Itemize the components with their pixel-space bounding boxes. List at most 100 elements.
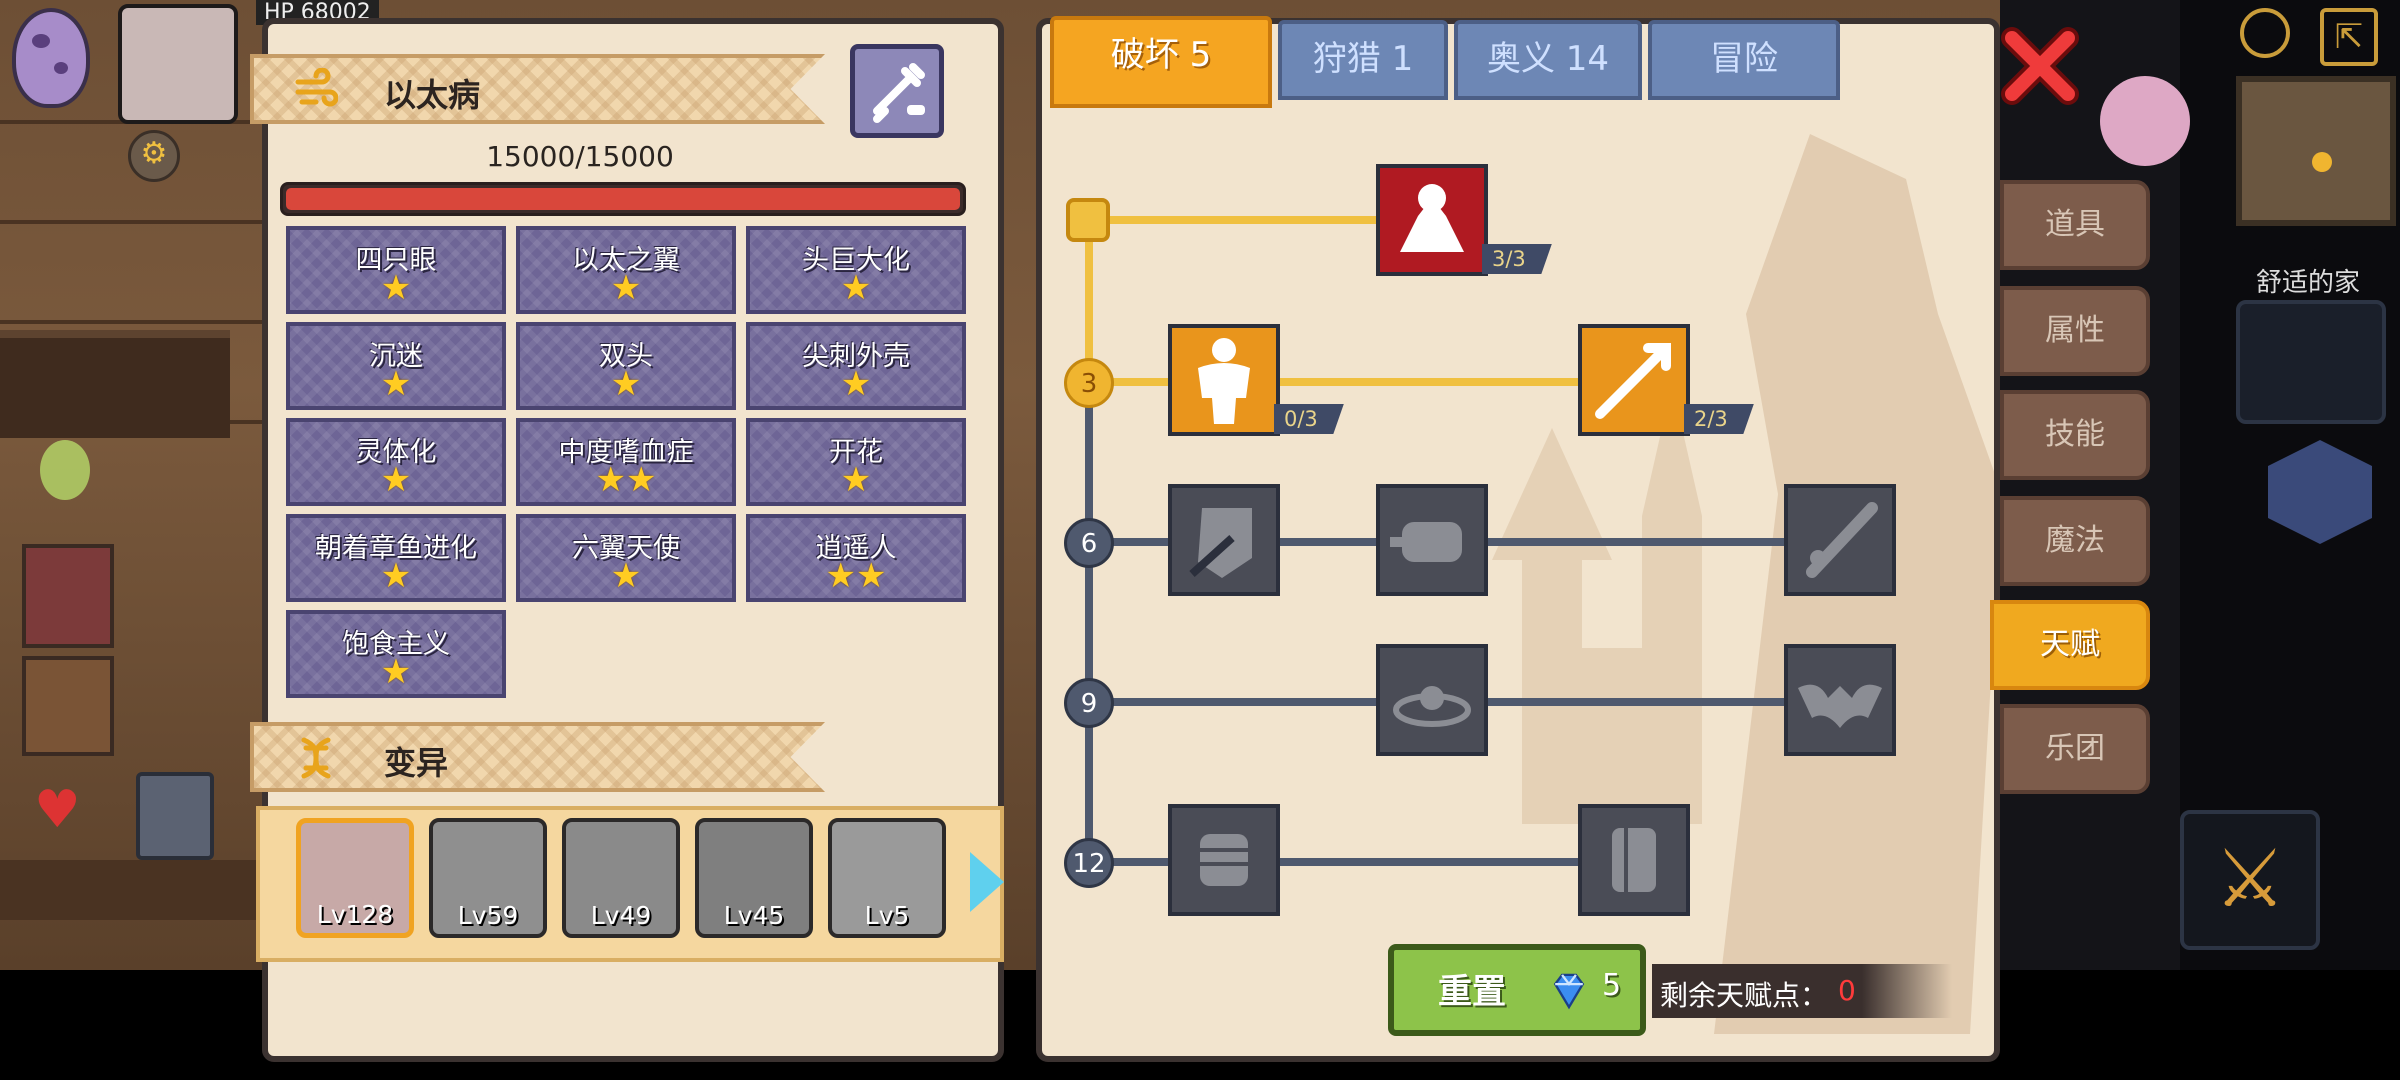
location-label: 舒适的家: [2256, 268, 2361, 298]
level-marker-12: 12: [1064, 838, 1114, 888]
trait-stars: ★: [380, 364, 412, 404]
disease-hp-fill: [286, 188, 960, 210]
close-button[interactable]: [2000, 26, 2080, 106]
side-menu-item[interactable]: 天赋: [1990, 600, 2150, 690]
gem-icon: [1553, 973, 1585, 1010]
pet-level: Lv5: [864, 901, 910, 930]
egg-icon[interactable]: [12, 8, 90, 108]
wind-icon: [295, 68, 338, 107]
side-menu-item[interactable]: 魔法: [2000, 496, 2150, 586]
tree-branch-0: [1090, 216, 1390, 224]
trait-cell[interactable]: 尖刺外壳 ★: [746, 322, 966, 410]
player-avatar[interactable]: [118, 4, 238, 124]
sword-icon[interactable]: ⚔: [2180, 810, 2320, 950]
trait-cell[interactable]: 开花 ★: [746, 418, 966, 506]
talent-body-count: 0/3: [1274, 404, 1344, 434]
potion-icon[interactable]: [40, 440, 90, 500]
trait-stars: ★: [380, 268, 412, 308]
globe-icon[interactable]: [2240, 8, 2290, 58]
trait-cell[interactable]: 朝着章鱼进化 ★: [286, 514, 506, 602]
talent-ripple[interactable]: [1376, 644, 1488, 756]
minimap[interactable]: [2236, 76, 2396, 226]
bow-icon[interactable]: [2236, 300, 2386, 424]
floor-plank: [0, 320, 300, 324]
category-tab[interactable]: 奥义 14: [1454, 20, 1642, 100]
pet-slot[interactable]: Lv49: [562, 818, 680, 938]
pet-slot[interactable]: Lv128: [296, 818, 414, 938]
remaining-label: 剩余天赋点：: [1660, 979, 1829, 1012]
trait-cell[interactable]: 饱食主义 ★: [286, 610, 506, 698]
cabinet-icon[interactable]: [22, 656, 114, 756]
pet-level: Lv128: [316, 900, 394, 929]
trait-stars: ★★: [595, 460, 657, 500]
trait-cell[interactable]: 头巨大化 ★: [746, 226, 966, 314]
muscle-body-icon: [1198, 338, 1250, 424]
ripple-icon: [1393, 686, 1471, 727]
talent-grip[interactable]: [1578, 804, 1690, 916]
npc-bunny: [2100, 76, 2190, 166]
disease-hp-bar: [280, 182, 966, 216]
talent-arrow-count: 2/3: [1684, 404, 1754, 434]
mutation-header: 变异: [250, 722, 825, 792]
pet-slot[interactable]: Lv5: [828, 818, 946, 938]
reset-label: 重置: [1438, 972, 1506, 1012]
reset-cost: 5: [1602, 968, 1622, 1003]
trait-stars: ★: [840, 268, 872, 308]
fist-icon: [1200, 834, 1248, 886]
category-tab[interactable]: 狩猎 1: [1278, 20, 1448, 100]
trait-cell[interactable]: 灵体化 ★: [286, 418, 506, 506]
pet-level: Lv59: [457, 901, 519, 930]
disease-header: 以太病: [250, 54, 825, 124]
trait-stars: ★★: [825, 556, 887, 596]
talent-fist[interactable]: [1168, 804, 1280, 916]
side-menu-item[interactable]: 道具: [2000, 180, 2150, 270]
castle-silhouette: [1492, 384, 1702, 824]
talent-punch[interactable]: [1376, 484, 1488, 596]
punch-icon: [1390, 522, 1462, 562]
level-marker-9: 9: [1064, 678, 1114, 728]
grip-icon: [1612, 828, 1656, 892]
syringe-button[interactable]: [850, 44, 944, 138]
tree-root-node: [1066, 198, 1110, 242]
shelf: [0, 330, 230, 438]
talent-strong-body[interactable]: [1168, 324, 1280, 436]
pet-slot[interactable]: Lv45: [695, 818, 813, 938]
reset-button[interactable]: 重置 5: [1388, 944, 1646, 1036]
talent-arm-wrestle[interactable]: [1376, 164, 1488, 276]
trait-stars: ★: [610, 268, 642, 308]
trait-stars: ★: [380, 556, 412, 596]
arm-wrestle-icon: [1400, 184, 1464, 252]
side-menu-item[interactable]: 乐团: [2000, 704, 2150, 794]
category-tab[interactable]: 冒险: [1648, 20, 1840, 100]
wizard-portrait[interactable]: [22, 544, 114, 648]
table: [0, 860, 280, 920]
next-arrow[interactable]: [970, 852, 1004, 912]
disease-title: 以太病: [384, 76, 481, 114]
trait-cell[interactable]: 逍遥人 ★★: [746, 514, 966, 602]
talent-arrow[interactable]: [1578, 324, 1690, 436]
exit-icon[interactable]: ⇱: [2320, 8, 2378, 66]
blade-icon: [1806, 502, 1878, 578]
trait-cell[interactable]: 沉迷 ★: [286, 322, 506, 410]
pet-level: Lv45: [723, 901, 785, 930]
trait-stars: ★: [380, 460, 412, 500]
category-tab[interactable]: 破坏 5: [1050, 16, 1272, 108]
talent-shield-break[interactable]: [1168, 484, 1280, 596]
trash-icon[interactable]: [136, 772, 214, 860]
arrow-icon: [1595, 343, 1671, 419]
trait-cell[interactable]: 以太之翼 ★: [516, 226, 736, 314]
trait-stars: ★: [610, 556, 642, 596]
trait-cell[interactable]: 六翼天使 ★: [516, 514, 736, 602]
trait-stars: ★: [840, 460, 872, 500]
talent-bat[interactable]: [1784, 644, 1896, 756]
pet-slot[interactable]: Lv59: [429, 818, 547, 938]
side-menu-item[interactable]: 属性: [2000, 286, 2150, 376]
trait-cell[interactable]: 双头 ★: [516, 322, 736, 410]
trait-cell[interactable]: 四只眼 ★: [286, 226, 506, 314]
level-marker-3: 3: [1064, 358, 1114, 408]
talent-blade[interactable]: [1784, 484, 1896, 596]
trait-cell[interactable]: 中度嗜血症 ★★: [516, 418, 736, 506]
remaining-value: 0: [1838, 974, 1856, 1007]
gear-icon[interactable]: ⚙: [128, 130, 180, 182]
side-menu-item[interactable]: 技能: [2000, 390, 2150, 480]
